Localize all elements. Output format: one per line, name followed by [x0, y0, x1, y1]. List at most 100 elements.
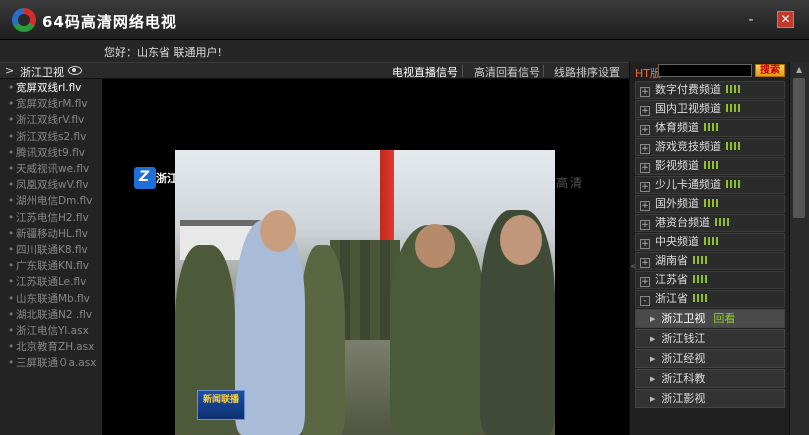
stream-source-item[interactable]: • 江苏电信H2.flv — [0, 210, 102, 226]
stream-source-item[interactable]: • 浙江电信Yl.asx — [0, 323, 102, 339]
category-item[interactable]: + 游戏竞技频道 — [635, 138, 785, 156]
stream-source-item[interactable]: • 湖北联通N2 .flv — [0, 307, 102, 323]
category-item[interactable]: + 湖南省 — [635, 252, 785, 270]
category-item[interactable]: + 港资台频道 — [635, 214, 785, 232]
stream-source-item[interactable]: • 北京教育ZH.asx — [0, 339, 102, 355]
news-program-logo: 新闻联播 — [197, 390, 245, 420]
bullet-icon: • — [8, 195, 15, 208]
stream-source-item[interactable]: • 湖州电信Dm.flv — [0, 193, 102, 209]
category-item[interactable]: + 体育频道 — [635, 119, 785, 137]
stream-source-item[interactable]: • 凤凰双线wV.flv — [0, 177, 102, 193]
bullet-icon: • — [8, 292, 15, 305]
stream-source-item[interactable]: • 山东联通Mb.flv — [0, 291, 102, 307]
video-player[interactable]: 浙江卫视 高清 新闻联播 — [102, 79, 629, 435]
category-label: 港资台频道 — [655, 216, 710, 229]
stream-source-label: 浙江双线rV.flv — [16, 114, 85, 127]
signal-strength-icon — [704, 161, 720, 169]
tab-hd-replay[interactable]: 高清回看信号 — [474, 64, 540, 80]
category-label: 中央频道 — [655, 235, 699, 248]
bullet-icon: • — [8, 308, 15, 321]
stream-source-item[interactable]: • 江苏联通Le.flv — [0, 274, 102, 290]
category-label: 国内卫视频道 — [655, 102, 721, 115]
category-item[interactable]: + 中央频道 — [635, 233, 785, 251]
category-label: 体育频道 — [655, 121, 699, 134]
expand-icon[interactable]: + — [640, 87, 650, 97]
category-item[interactable]: - 浙江省 — [635, 290, 785, 308]
stream-source-item[interactable]: • 腾讯双线t9.flv — [0, 145, 102, 161]
signal-strength-icon — [726, 142, 742, 150]
bullet-icon: • — [8, 98, 15, 111]
scrollbar[interactable]: ▲ — [789, 62, 809, 435]
signal-strength-icon — [704, 237, 720, 245]
scroll-thumb[interactable] — [793, 78, 805, 218]
category-item[interactable]: + 国内卫视频道 — [635, 100, 785, 118]
category-item[interactable]: + 少儿卡通频道 — [635, 176, 785, 194]
expand-icon[interactable]: + — [640, 125, 650, 135]
expand-icon[interactable]: + — [640, 220, 650, 230]
channel-item[interactable]: ▶ 浙江科教 — [635, 369, 785, 388]
expand-icon[interactable]: + — [640, 106, 650, 116]
expand-icon[interactable]: + — [640, 239, 650, 249]
tab-divider — [462, 65, 463, 77]
channel-item[interactable]: ▶ 浙江影视 — [635, 389, 785, 408]
play-triangle-icon: ▶ — [650, 335, 656, 343]
stream-source-item[interactable]: • 宽屏双线rl.flv — [0, 80, 102, 96]
expand-icon[interactable]: + — [640, 277, 650, 287]
collapse-icon[interactable]: - — [640, 296, 650, 306]
category-label: 浙江省 — [655, 292, 688, 305]
channel-item[interactable]: ▶ 浙江经视 — [635, 349, 785, 368]
channel-label: 浙江卫视 — [661, 312, 706, 325]
tab-route-settings[interactable]: 线路排序设置 — [554, 64, 620, 80]
stream-source-label: 四川联通K8.flv — [16, 244, 88, 256]
stream-source-label: 宽屏双线rl.flv — [16, 82, 82, 94]
stream-source-item[interactable]: • 广东联通KN.flv — [0, 258, 102, 274]
channel-item[interactable]: ▶ 浙江钱江 — [635, 329, 785, 348]
play-triangle-icon: ▶ — [650, 395, 656, 403]
category-item[interactable]: + 江苏省 — [635, 271, 785, 289]
scroll-up-icon[interactable]: ▲ — [796, 65, 802, 74]
channel-item[interactable]: ▶ 浙江卫视 回看 — [635, 309, 785, 328]
play-triangle-icon: ▶ — [650, 315, 656, 323]
stream-source-item[interactable]: • 四川联通K8.flv — [0, 242, 102, 258]
title-bar: 64码高清网络电视 - ✕ — [0, 0, 809, 40]
bullet-icon: • — [8, 260, 15, 273]
stream-source-label: 湖北联通N2 .flv — [16, 308, 93, 321]
stream-source-item[interactable]: • 浙江双线rV.flv — [0, 112, 102, 128]
current-channel-title: 浙江卫视 — [20, 66, 64, 79]
eye-icon[interactable] — [68, 66, 82, 75]
bullet-icon: • — [8, 227, 15, 240]
stream-source-label: 山东联通Mb.flv — [16, 292, 90, 305]
expand-icon[interactable]: + — [640, 144, 650, 154]
signal-strength-icon — [726, 104, 742, 112]
tab-live-signal[interactable]: 电视直播信号 — [392, 64, 458, 80]
stream-source-label: 宽屏双线rM.flv — [16, 98, 88, 111]
search-button[interactable]: 搜索 — [755, 64, 785, 77]
category-label: 少儿卡通频道 — [655, 178, 721, 191]
category-item[interactable]: + 国外频道 — [635, 195, 785, 213]
stream-source-item[interactable]: • 宽屏双线rM.flv — [0, 96, 102, 112]
zhejiang-tv-logo-icon — [134, 167, 156, 189]
minimize-button[interactable]: - — [744, 12, 758, 28]
video-frame: 新闻联播 — [175, 150, 555, 435]
replay-link[interactable]: 回看 — [713, 312, 735, 325]
bullet-icon: • — [8, 211, 15, 224]
search-input[interactable] — [658, 64, 752, 77]
expand-icon[interactable]: + — [640, 163, 650, 173]
category-label: 数字付费频道 — [655, 83, 721, 96]
category-item[interactable]: + 影视频道 — [635, 157, 785, 175]
stream-source-item[interactable]: • 天威视讯we.flv — [0, 161, 102, 177]
category-item[interactable]: + 数字付费频道 — [635, 81, 785, 99]
stream-source-item[interactable]: • 新疆移动HL.flv — [0, 226, 102, 242]
sidebar-toggle-arrow[interactable]: > — [5, 63, 14, 79]
greeting-bar: 您好：山东省 联通用户! — [0, 40, 809, 62]
bullet-icon: • — [8, 325, 15, 337]
channel-label: 浙江钱江 — [661, 332, 706, 345]
app-title: 64码高清网络电视 — [42, 13, 177, 31]
expand-icon[interactable]: + — [640, 182, 650, 192]
stream-source-item[interactable]: • 三屏联通０a.asx — [0, 355, 102, 371]
expand-icon[interactable]: + — [640, 201, 650, 211]
stream-source-item[interactable]: • 浙江双线s2.flv — [0, 129, 102, 145]
close-button[interactable]: ✕ — [777, 11, 794, 28]
expand-icon[interactable]: + — [640, 258, 650, 268]
stream-source-label: 江苏电信H2.flv — [16, 211, 89, 224]
